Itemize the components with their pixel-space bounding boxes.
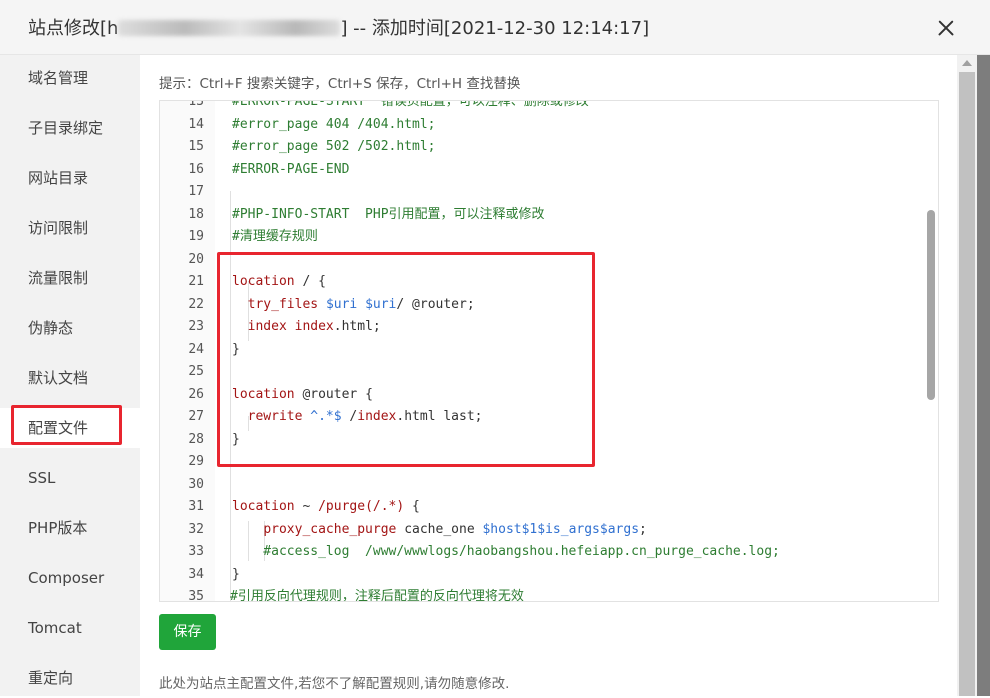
code-line[interactable]: 16 #ERROR-PAGE-END bbox=[160, 159, 920, 182]
code-line[interactable]: 13 #ERROR-PAGE-START 错误页配置，可以注释、删除或修改 bbox=[160, 100, 920, 114]
line-number: 18 bbox=[188, 206, 204, 222]
code-text: index index.html; bbox=[247, 319, 381, 334]
line-number: 20 bbox=[188, 251, 204, 267]
code-line[interactable]: 17 bbox=[160, 181, 920, 204]
sidebar-item[interactable]: SSL bbox=[0, 458, 140, 498]
line-number: 30 bbox=[188, 476, 204, 492]
code-text: #PHP-INFO-START PHP引用配置，可以注释或修改 bbox=[232, 206, 545, 222]
close-icon[interactable] bbox=[934, 16, 958, 40]
code-line[interactable]: 15 #error_page 502 /502.html; bbox=[160, 136, 920, 159]
code-text: location ~ /purge(/.*) { bbox=[232, 499, 420, 514]
code-line[interactable]: 27 rewrite ^.*$ /index.html last; bbox=[160, 406, 920, 429]
line-number: 21 bbox=[188, 274, 204, 289]
scroll-up-arrow-icon[interactable] bbox=[962, 60, 972, 66]
line-number: 25 bbox=[188, 364, 204, 379]
sidebar-item[interactable]: 默认文档 bbox=[0, 358, 140, 398]
line-number: 16 bbox=[188, 161, 204, 177]
background-overlay bbox=[977, 55, 990, 696]
code-line[interactable]: 18 #PHP-INFO-START PHP引用配置，可以注释或修改 bbox=[160, 204, 920, 227]
code-line[interactable]: 20 bbox=[160, 249, 920, 272]
code-text: #引用反向代理规则，注释后配置的反向代理将无效 bbox=[230, 589, 524, 602]
code-text: rewrite ^.*$ /index.html last; bbox=[247, 409, 483, 424]
line-number: 33 bbox=[188, 544, 204, 559]
line-number: 15 bbox=[188, 139, 204, 154]
sidebar-item[interactable]: 网站目录 bbox=[0, 158, 140, 198]
code-text: } bbox=[232, 566, 240, 582]
code-text: #ERROR-PAGE-END bbox=[232, 161, 350, 177]
code-line[interactable]: 23 index index.html; bbox=[160, 316, 920, 339]
line-number: 35 bbox=[188, 589, 204, 602]
code-line[interactable]: 19 #清理缓存规则 bbox=[160, 226, 920, 249]
code-line[interactable]: 35 #引用反向代理规则，注释后配置的反向代理将无效 bbox=[160, 586, 920, 602]
code-text: #error_page 404 /404.html; bbox=[232, 116, 436, 132]
sidebar-item[interactable]: 访问限制 bbox=[0, 208, 140, 248]
sidebar-item[interactable]: 重定向 bbox=[0, 658, 140, 698]
code-editor[interactable]: 13 #ERROR-PAGE-START 错误页配置，可以注释、删除或修改 14 #e… bbox=[159, 100, 939, 602]
code-text: try_files $uri $uri/ @router; bbox=[247, 296, 475, 312]
sidebar-item[interactable]: Tomcat bbox=[0, 608, 140, 648]
line-number: 32 bbox=[188, 521, 204, 537]
code-text: #清理缓存规则 bbox=[232, 229, 318, 244]
save-button[interactable]: 保存 bbox=[159, 614, 216, 650]
line-number: 28 bbox=[188, 431, 204, 447]
line-number: 24 bbox=[188, 341, 204, 357]
code-line[interactable]: 22 try_files $uri $uri/ @router; bbox=[160, 294, 920, 317]
code-text: } bbox=[232, 341, 240, 357]
line-number: 17 bbox=[188, 184, 204, 199]
code-line[interactable]: 33 #access_log /www/wwwlogs/haobangshou.… bbox=[160, 541, 920, 564]
code-text: } bbox=[232, 431, 240, 447]
sidebar-item[interactable]: Composer bbox=[0, 558, 140, 598]
code-line[interactable]: 28} bbox=[160, 429, 920, 452]
code-line[interactable]: 26 location @router { bbox=[160, 384, 920, 407]
line-number: 22 bbox=[188, 296, 204, 312]
code-line[interactable]: 32 proxy_cache_purge cache_one $host$1$i… bbox=[160, 519, 920, 542]
editor-scrollbar-thumb[interactable] bbox=[927, 210, 935, 400]
line-number: 34 bbox=[188, 566, 204, 582]
code-line[interactable]: 21 location / { bbox=[160, 271, 920, 294]
code-line[interactable]: 25 bbox=[160, 361, 920, 384]
code-text: location @router { bbox=[232, 386, 373, 402]
sidebar-item[interactable]: 伪静态 bbox=[0, 308, 140, 348]
line-number: 27 bbox=[188, 409, 204, 424]
line-number: 23 bbox=[188, 319, 204, 334]
line-number: 14 bbox=[188, 116, 204, 132]
code-line[interactable]: 14 #error_page 404 /404.html; bbox=[160, 114, 920, 137]
code-text: #error_page 502 /502.html; bbox=[232, 139, 436, 154]
code-text: #ERROR-PAGE-START 错误页配置，可以注释、删除或修改 bbox=[232, 100, 589, 109]
code-text: location / { bbox=[232, 274, 326, 289]
code-line[interactable]: 24} bbox=[160, 339, 920, 362]
line-number: 13 bbox=[188, 100, 204, 109]
sidebar: 域名管理子目录绑定网站目录访问限制流量限制伪静态默认文档配置文件 SSL PHP版本… bbox=[0, 55, 140, 696]
redacted-domain bbox=[118, 20, 341, 36]
code-line[interactable]: 34} bbox=[160, 564, 920, 587]
sidebar-item[interactable]: 配置文件 bbox=[0, 408, 140, 448]
line-number: 26 bbox=[188, 386, 204, 402]
footer-note: 此处为站点主配置文件,若您不了解配置规则,请勿随意修改. bbox=[159, 676, 510, 692]
sidebar-item[interactable]: 流量限制 bbox=[0, 258, 140, 298]
code-line[interactable]: 31 location ~ /purge(/.*) { bbox=[160, 496, 920, 519]
line-number: 31 bbox=[188, 499, 204, 514]
code-line[interactable]: 29 bbox=[160, 451, 920, 474]
dialog-header: 站点修改[h ] -- 添加时间[2021-12-30 12:14:17] bbox=[0, 0, 990, 55]
code-text: proxy_cache_purge cache_one $host$1$is_a… bbox=[263, 521, 647, 537]
page-scrollbar-thumb[interactable] bbox=[959, 72, 975, 696]
sidebar-item[interactable]: PHP版本 bbox=[0, 508, 140, 548]
line-number: 19 bbox=[188, 229, 204, 244]
dialog-title: 站点修改[h ] -- 添加时间[2021-12-30 12:14:17] bbox=[28, 14, 649, 40]
dialog-title-suffix: ] -- 添加时间[2021-12-30 12:14:17] bbox=[340, 18, 650, 39]
dialog-title-prefix: 站点修改[h bbox=[28, 18, 119, 39]
editor-hint: 提示：Ctrl+F 搜索关键字，Ctrl+S 保存，Ctrl+H 查找替换 bbox=[159, 76, 521, 92]
line-number: 29 bbox=[188, 454, 204, 469]
code-text: #access_log /www/wwwlogs/haobangshou.hef… bbox=[232, 544, 780, 559]
sidebar-item[interactable]: 子目录绑定 bbox=[0, 108, 140, 148]
code-line[interactable]: 30 bbox=[160, 474, 920, 497]
sidebar-item[interactable]: 域名管理 bbox=[0, 58, 140, 98]
